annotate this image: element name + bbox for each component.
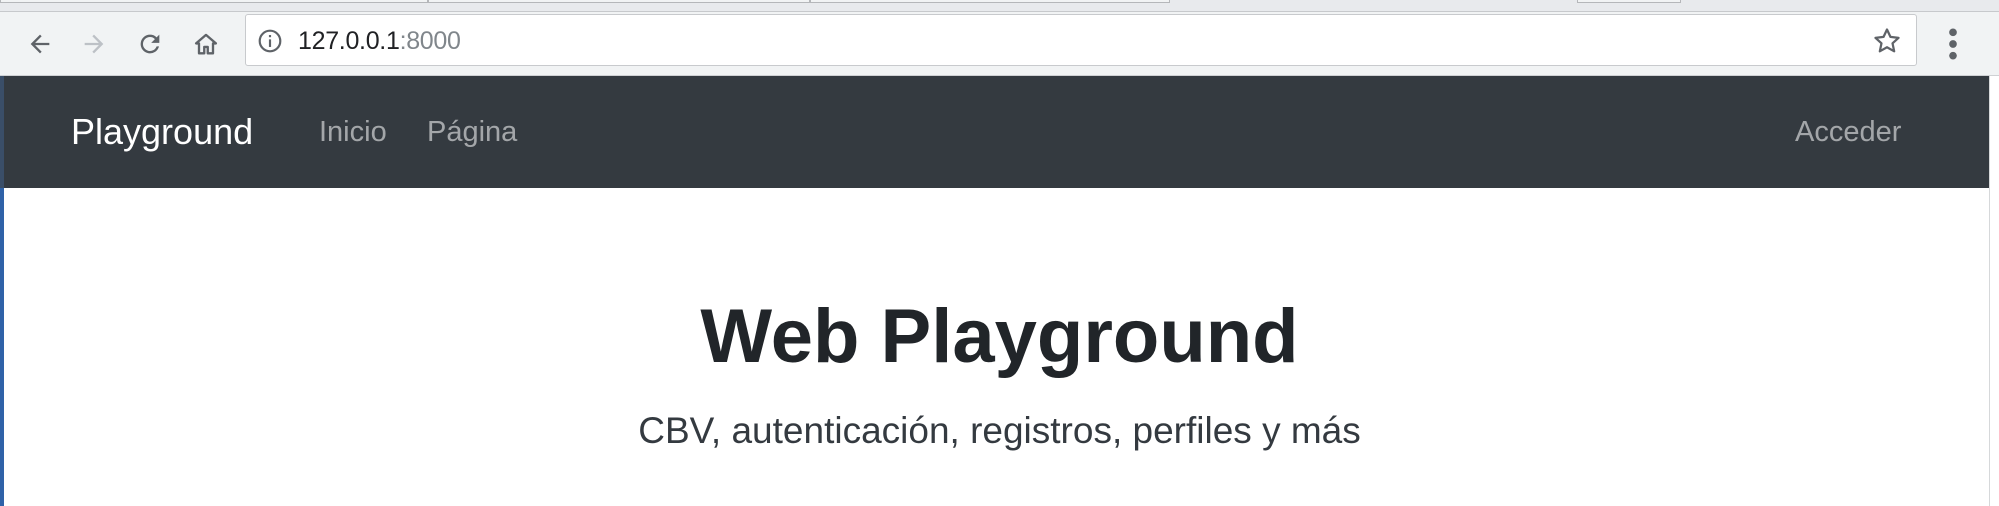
hero-title: Web Playground: [700, 294, 1299, 379]
login-link[interactable]: Acceder: [1795, 114, 1901, 150]
reload-button[interactable]: [132, 26, 168, 62]
nav-link-inicio[interactable]: Inicio: [319, 114, 387, 150]
forward-arrow-icon: [84, 34, 104, 54]
star-icon[interactable]: [1872, 26, 1902, 56]
browser-toolbar: 127.0.0.1:8000: [0, 12, 1999, 76]
browser-tab[interactable]: [428, 0, 810, 3]
info-icon[interactable]: [257, 28, 283, 54]
browser-tab[interactable]: [1577, 0, 1681, 3]
browser-tab[interactable]: [0, 0, 428, 3]
url-text: 127.0.0.1:8000: [298, 26, 461, 56]
browser-window: 127.0.0.1:8000 Playground Inicio Página …: [0, 0, 1999, 506]
url-host: 127.0.0.1: [298, 27, 400, 55]
navbar-brand[interactable]: Playground: [71, 110, 253, 154]
forward-button[interactable]: [76, 26, 112, 62]
site-navbar: Playground Inicio Página Acceder: [4, 76, 1989, 188]
back-button[interactable]: [22, 26, 58, 62]
kebab-menu-icon[interactable]: [1945, 24, 1961, 64]
home-button[interactable]: [188, 26, 224, 62]
reload-icon: [140, 34, 160, 54]
home-icon: [194, 33, 218, 55]
back-arrow-icon: [30, 34, 50, 54]
nav-link-pagina[interactable]: Página: [427, 114, 517, 150]
url-port: :8000: [399, 27, 461, 55]
hero-subtitle: CBV, autenticación, registros, perfiles …: [638, 410, 1361, 451]
address-bar[interactable]: 127.0.0.1:8000: [245, 14, 1917, 66]
browser-tab[interactable]: [810, 0, 1170, 3]
tab-strip: [0, 0, 1999, 12]
